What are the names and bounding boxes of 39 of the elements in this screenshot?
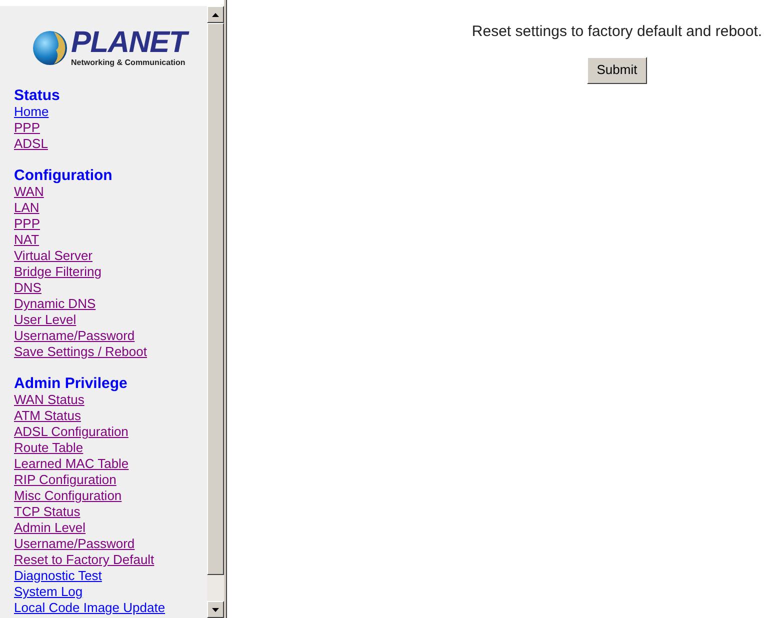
- nav-link[interactable]: PPP: [14, 216, 40, 232]
- message-text: Reset settings to factory default and reboot.: [472, 22, 762, 42]
- nav-link[interactable]: NAT: [14, 232, 40, 248]
- nav-link[interactable]: DNS: [14, 280, 42, 296]
- nav-link[interactable]: User Level: [14, 312, 76, 328]
- nav-link[interactable]: System Log: [14, 584, 83, 600]
- nav-link[interactable]: Local Code Image Update: [14, 600, 166, 616]
- down-arrow-icon: [212, 608, 219, 612]
- nav-link[interactable]: Save Settings / Reboot: [14, 344, 147, 360]
- submit-button[interactable]: Submit: [586, 56, 648, 84]
- nav-link[interactable]: ADSL Configuration: [14, 424, 128, 440]
- section-heading: Configuration: [14, 168, 114, 184]
- nav-link[interactable]: Username/Password: [14, 328, 135, 344]
- nav-link[interactable]: Diagnostic Test: [14, 568, 102, 584]
- nav-link[interactable]: TCP Status: [14, 504, 80, 520]
- nav-link[interactable]: PPP: [14, 120, 40, 136]
- nav-link[interactable]: WAN: [14, 184, 44, 200]
- up-arrow-icon: [212, 12, 219, 16]
- logo-tagline: Networking & Communication: [71, 59, 186, 67]
- section-heading: Admin Privilege: [14, 376, 128, 392]
- nav-link[interactable]: LAN: [14, 200, 40, 216]
- nav-link[interactable]: Bridge Filtering: [14, 264, 102, 280]
- section-heading: Status: [14, 88, 61, 104]
- nav-link[interactable]: WAN Status: [14, 392, 84, 408]
- nav-link[interactable]: ATM Status: [14, 408, 81, 424]
- nav-link[interactable]: Learned MAC Table: [14, 456, 129, 472]
- nav-link[interactable]: Admin Level: [14, 520, 86, 536]
- nav-link[interactable]: Virtual Server: [14, 248, 93, 264]
- nav-link[interactable]: Dynamic DNS: [14, 296, 96, 312]
- nav-link[interactable]: ADSL: [14, 136, 48, 152]
- nav-link[interactable]: Username/Password: [14, 536, 135, 552]
- nav-link[interactable]: Route Table: [14, 440, 84, 456]
- nav-link[interactable]: Home: [14, 104, 49, 120]
- scroll-down-button[interactable]: [207, 601, 224, 618]
- nav-link[interactable]: Reset to Factory Default: [14, 552, 154, 568]
- nav-link[interactable]: Misc Configuration: [14, 488, 122, 504]
- scroll-up-button[interactable]: [207, 6, 224, 23]
- globe-icon: [32, 30, 68, 66]
- nav-link[interactable]: RIP Configuration: [14, 472, 116, 488]
